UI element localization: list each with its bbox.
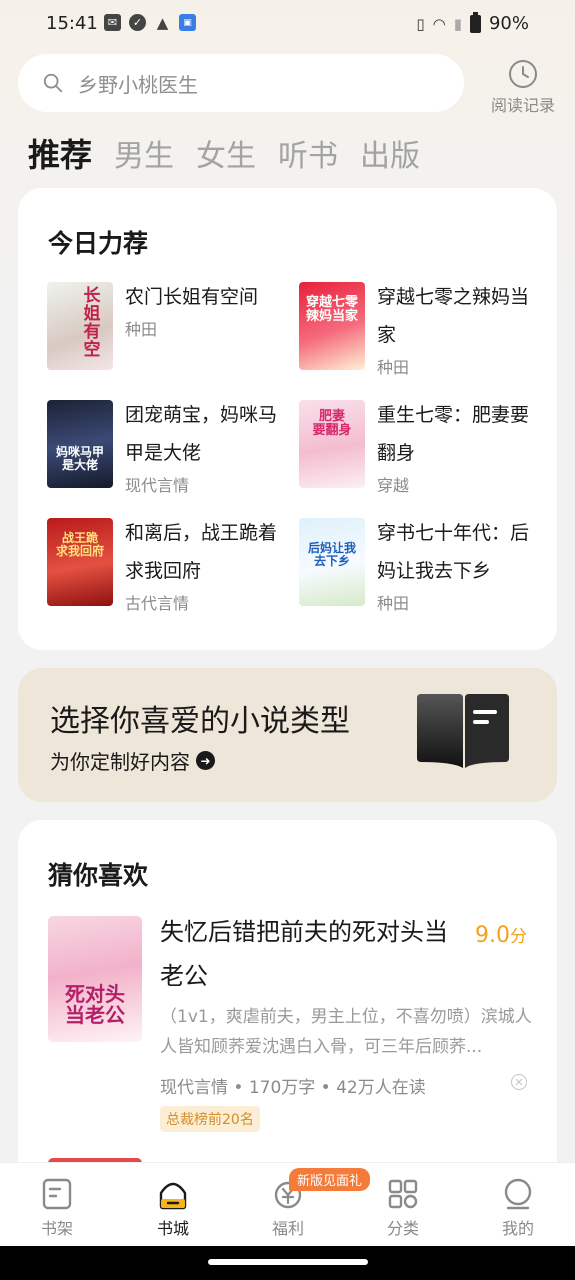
book-tag: 种田 [125, 320, 158, 339]
book-tag: 种田 [377, 594, 410, 613]
today-recommend-title: 今日力荐 [48, 229, 149, 258]
tab-female[interactable]: 女生 [196, 131, 256, 175]
book-tag: 种田 [377, 358, 410, 377]
book-item[interactable]: 战王跪 求我回府 和离后，战王跪着求我回府 古代言情 [47, 518, 297, 618]
clock-icon [509, 60, 537, 88]
book-cover[interactable]: 死对头 当老公 [48, 916, 142, 1042]
system-icons: ▯ ◠ ▮ 90% [416, 11, 529, 34]
vibrate-icon: ▯ [416, 14, 425, 33]
nav-label: 分类 [386, 1219, 419, 1238]
book-score: 9.0分 [475, 923, 527, 948]
promo-badge: 新版见面礼 [289, 1168, 371, 1191]
banner-subtitle-link[interactable]: 为你定制好内容 ➜ [50, 746, 215, 775]
book-tag: 现代言情 [125, 476, 190, 495]
book-title: 农门长姐有空间 [125, 286, 259, 308]
dismiss-icon[interactable]: ✕ [511, 1074, 527, 1090]
tab-publishing[interactable]: 出版 [360, 131, 420, 175]
grid-icon [388, 1179, 418, 1209]
battery-icon [469, 11, 481, 33]
nav-label: 我的 [501, 1219, 534, 1238]
book-title: 和离后，战王跪着求我回府 [125, 522, 278, 582]
nav-category[interactable]: 分类 [363, 1177, 443, 1239]
book-title[interactable]: 失忆后错把前夫的死对头当老公 [160, 910, 460, 998]
guess-you-like-card: 猜你喜欢 死对头 当老公 失忆后错把前夫的死对头当老公 9.0分 （1v1，爽虐前… [18, 820, 557, 1200]
book-cover: 长姐有空 [47, 282, 113, 370]
book-title: 团宠萌宝，妈咪马甲是大佬 [125, 404, 278, 464]
check-notification-icon: ✓ [129, 14, 146, 31]
book-item[interactable]: 后妈让我 去下乡 穿书七十年代：后妈让我去下乡 种田 [299, 518, 549, 618]
wifi-icon: ◠ [432, 14, 446, 33]
bookshelf-icon [42, 1178, 72, 1210]
nav-bookstore[interactable]: 书城 [133, 1177, 213, 1239]
book-tag: 古代言情 [125, 594, 190, 613]
book-title: 穿越七零之辣妈当家 [377, 286, 530, 346]
nav-bookshelf[interactable]: 书架 [17, 1177, 97, 1239]
book-description: （1v1，爽虐前夫，男主上位，不喜勿喷）滨城人人皆知顾荞爱沈遇白入骨，可三年后顾… [160, 1007, 532, 1057]
tab-recommend[interactable]: 推荐 [28, 130, 92, 176]
book-item[interactable]: 穿越七零 辣妈当家 穿越七零之辣妈当家 种田 [299, 282, 549, 382]
bookstore-icon [159, 1182, 187, 1210]
book-item[interactable]: 肥妻 要翻身 重生七零：肥妻要翻身 穿越 [299, 400, 549, 500]
today-recommend-card: 今日力荐 长姐有空 农门长姐有空间 种田 穿越七零 辣妈当家 穿越七零之辣妈当家 … [18, 188, 557, 650]
nav-profile[interactable]: 我的 [478, 1177, 558, 1239]
book-cover: 肥妻 要翻身 [299, 400, 365, 488]
reading-history-button[interactable]: 阅读记录 [484, 58, 562, 116]
search-placeholder: 乡野小桃医生 [78, 72, 198, 97]
status-bar: 15:41 ✉ ✓ ▲ ▣ ▯ ◠ ▮ 90% [0, 0, 575, 48]
book-cover: 穿越七零 辣妈当家 [299, 282, 365, 370]
battery-percent: 90% [488, 13, 529, 34]
tab-male[interactable]: 男生 [114, 131, 174, 175]
book-tag: 穿越 [377, 476, 410, 495]
genre-preference-banner[interactable]: 选择你喜爱的小说类型 为你定制好内容 ➜ [18, 668, 557, 802]
book-cover: 后妈让我 去下乡 [299, 518, 365, 606]
guess-you-like-title: 猜你喜欢 [48, 861, 149, 890]
nav-label: 福利 [271, 1219, 304, 1238]
home-indicator[interactable] [208, 1259, 368, 1265]
mail-notification-icon: ✉ [104, 14, 121, 31]
signal-icon: ▮ [453, 14, 462, 33]
bottom-navigation: 书架 书城 福利 分类 我的 [0, 1162, 575, 1246]
book-title: 重生七零：肥妻要翻身 [377, 404, 530, 464]
banner-title: 选择你喜爱的小说类型 [50, 704, 350, 739]
banner-subtitle: 为你定制好内容 [50, 750, 190, 774]
tab-audiobook[interactable]: 听书 [278, 131, 338, 175]
notification-icons: ✉ ✓ ▲ ▣ [104, 13, 196, 32]
category-tabs: 推荐 男生 女生 听书 出版 [28, 130, 420, 176]
status-time: 15:41 [46, 13, 98, 34]
book-item[interactable]: 妈咪马甲 是大佬 团宠萌宝，妈咪马甲是大佬 现代言情 [47, 400, 297, 500]
warning-notification-icon: ▲ [156, 13, 169, 32]
profile-icon [504, 1178, 532, 1210]
arrow-right-icon: ➜ [196, 751, 215, 770]
rank-badge: 总裁榜前20名 [160, 1106, 260, 1132]
gesture-bar [0, 1246, 575, 1280]
search-bar[interactable]: 乡野小桃医生 [18, 54, 464, 112]
nav-label: 书城 [156, 1219, 189, 1238]
nav-label: 书架 [40, 1219, 73, 1238]
book-title: 穿书七十年代：后妈让我去下乡 [377, 522, 530, 582]
search-icon [43, 73, 63, 93]
book-cover: 妈咪马甲 是大佬 [47, 400, 113, 488]
book-meta: 现代言情 • 170万字 • 42万人在读 [160, 1078, 426, 1098]
book-cover: 战王跪 求我回府 [47, 518, 113, 606]
open-book-icon [417, 694, 509, 768]
reading-history-label: 阅读记录 [490, 96, 555, 115]
book-item[interactable]: 长姐有空 农门长姐有空间 种田 [47, 282, 297, 382]
app-notification-icon: ▣ [179, 14, 196, 31]
